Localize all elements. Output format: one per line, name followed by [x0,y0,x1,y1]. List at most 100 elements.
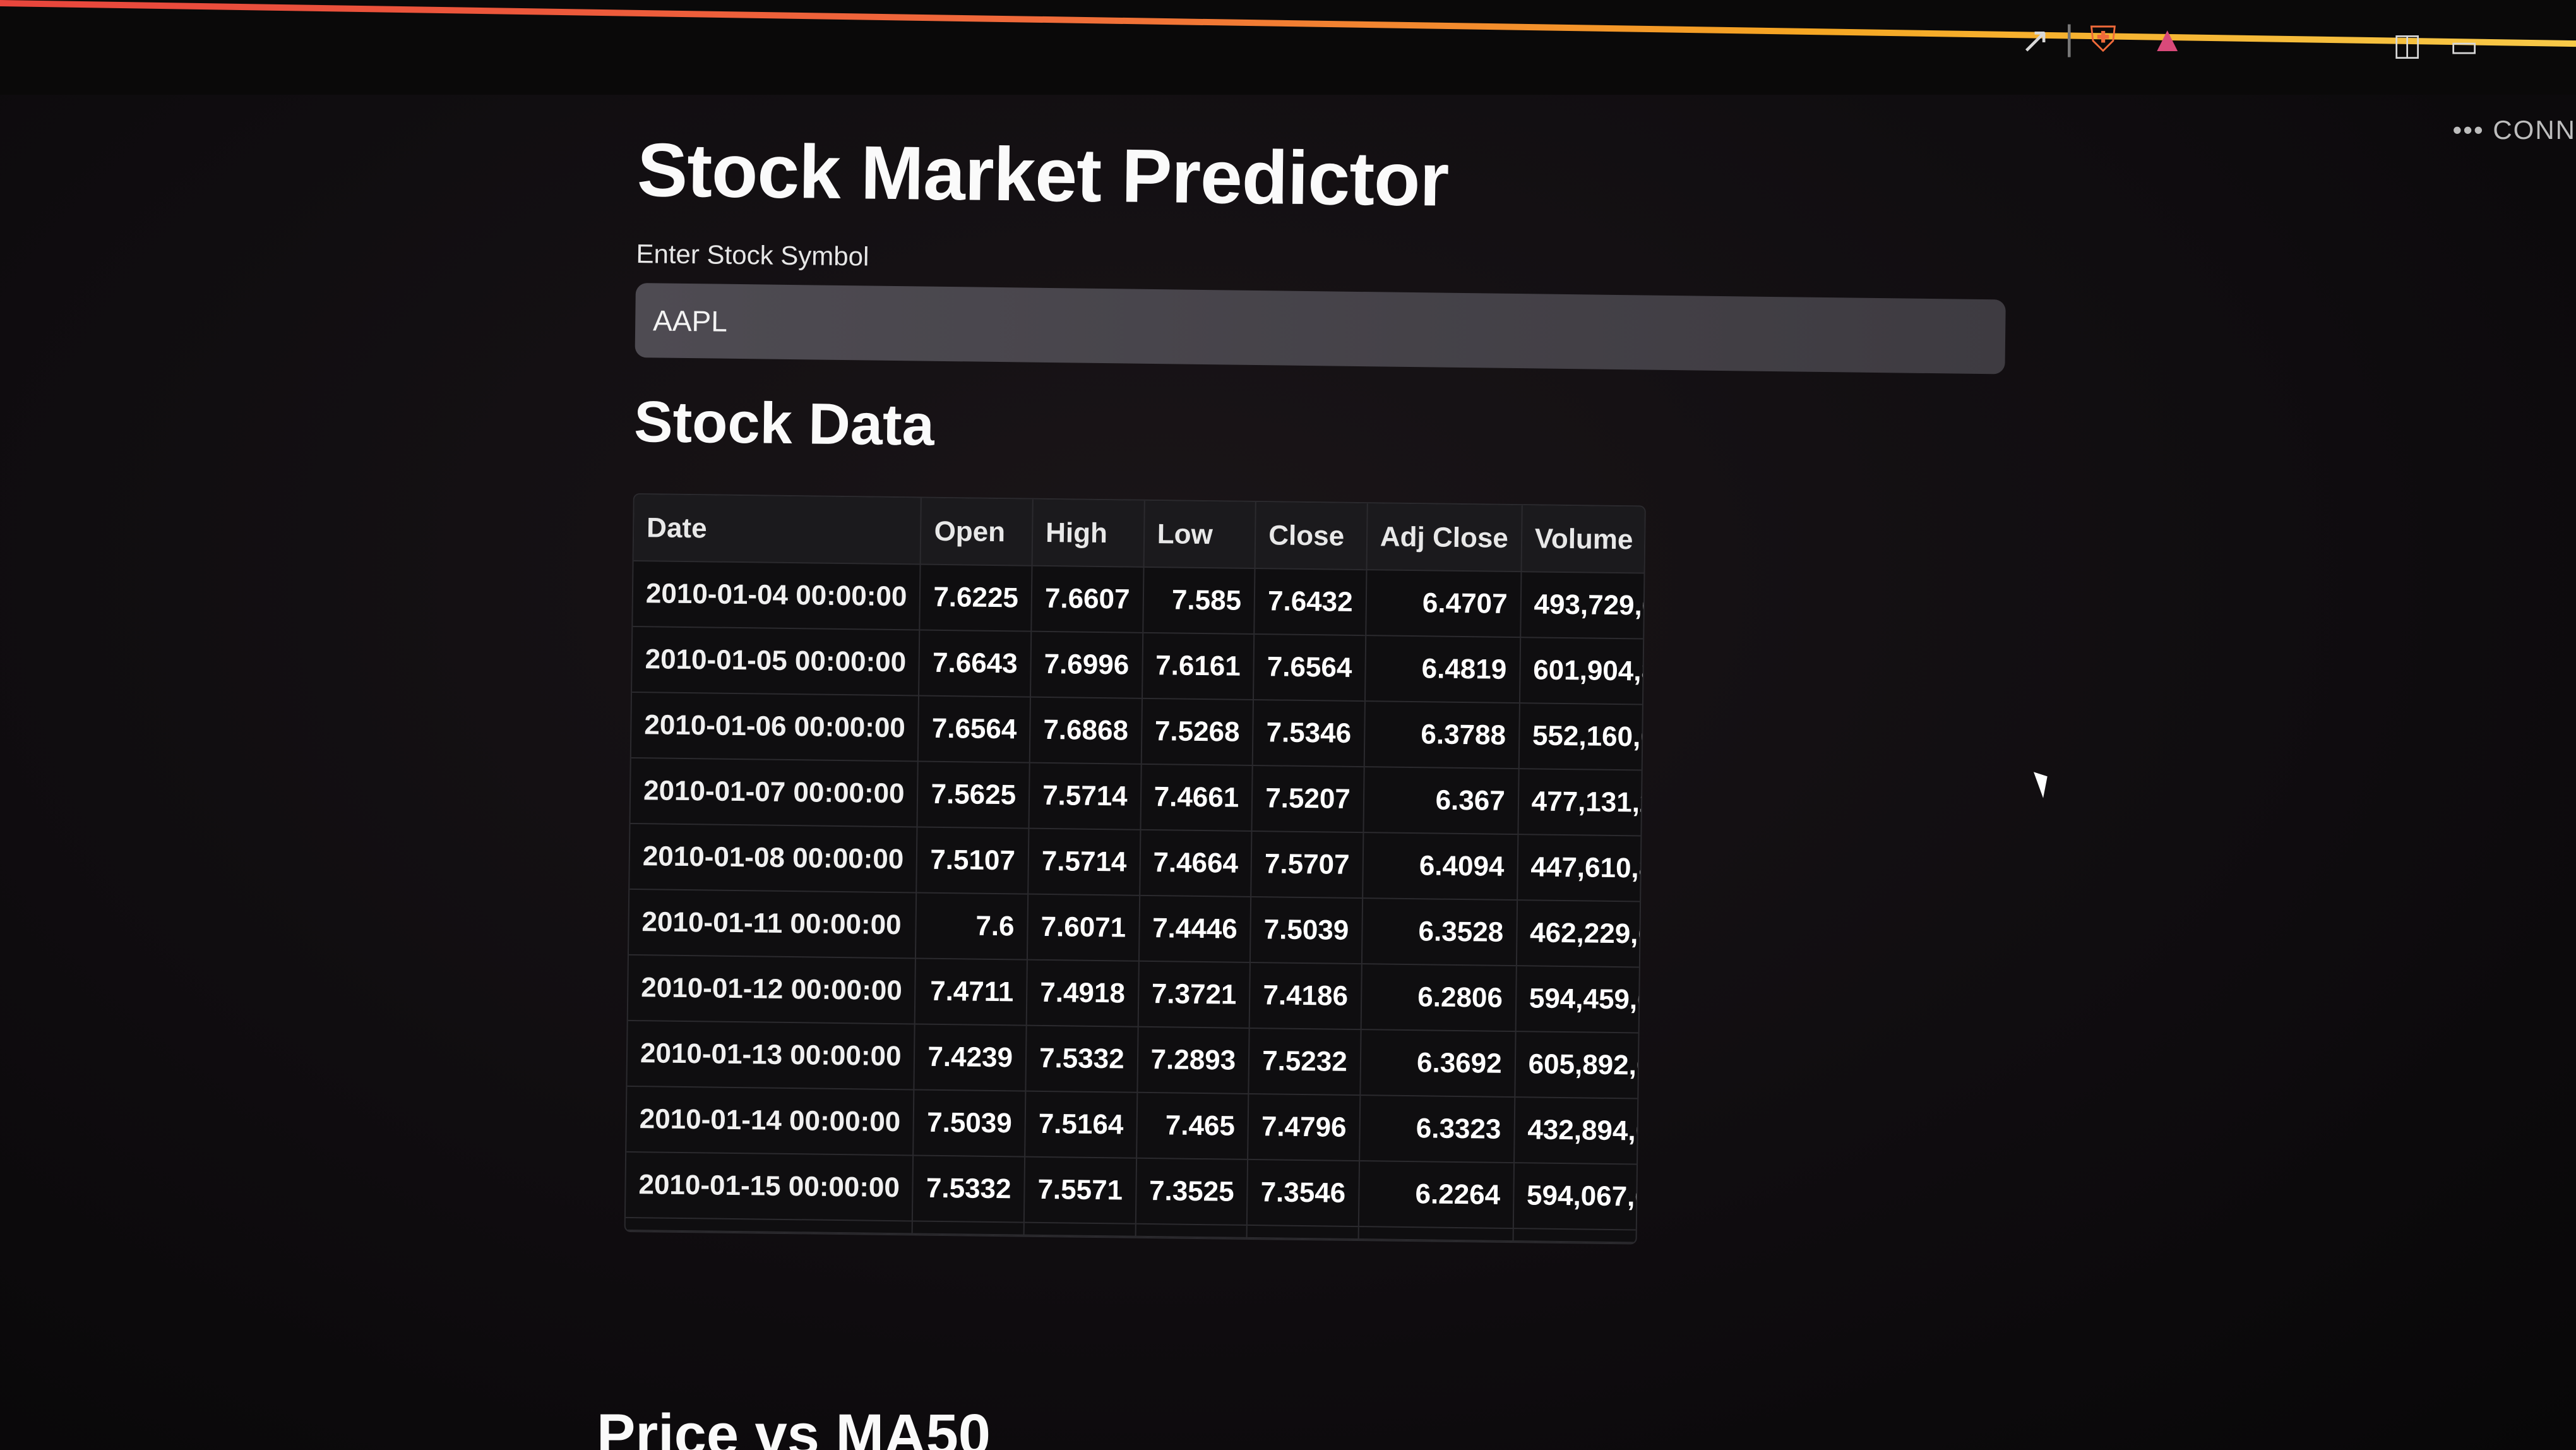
cell-date[interactable]: 2010-01-14 00:00:00 [626,1086,914,1156]
cell-volume[interactable]: 477,131,200 [1518,769,1646,837]
cell-date[interactable]: 2010-01-11 00:00:00 [628,889,917,959]
stock-data-table[interactable]: Date Open High Low Close Adj Close Volum… [624,493,1646,1245]
cell-high[interactable]: 7.6607 [1031,565,1144,633]
app-window: ↗ | ⛨ ▲ ◫ ▭ ••• CONN Stock Market Predic… [0,0,2576,1450]
cell-adj-close[interactable]: 6.3323 [1359,1095,1515,1163]
column-header-volume[interactable]: Volume [1521,505,1646,574]
cell-volume[interactable]: 552,160,000 [1518,703,1646,771]
cell-adj-close[interactable]: 6.2264 [1358,1161,1514,1229]
empty-cell [1246,1225,1359,1240]
cell-volume[interactable]: 432,894,000 [1513,1097,1646,1165]
cell-close[interactable]: 7.6432 [1254,568,1367,636]
cell-low[interactable]: 7.465 [1136,1092,1249,1159]
cell-adj-close[interactable]: 6.4707 [1365,570,1522,638]
cell-open[interactable]: 7.5107 [916,827,1029,894]
share-icon[interactable]: ↗ [2020,23,2050,58]
cell-low[interactable]: 7.4664 [1139,829,1252,897]
cell-date[interactable]: 2010-01-08 00:00:00 [629,823,917,893]
cell-adj-close[interactable]: 6.2806 [1361,964,1517,1032]
cell-high[interactable]: 7.5714 [1029,762,1142,830]
mouse-cursor-icon [2034,768,2054,798]
column-header-high[interactable]: High [1032,499,1145,567]
stock-symbol-value: AAPL [652,304,728,338]
cell-volume[interactable]: 594,067,600 [1513,1163,1646,1231]
cell-low[interactable]: 7.3525 [1135,1158,1248,1225]
cell-open[interactable]: 7.6564 [918,695,1031,763]
column-header-open[interactable]: Open [920,498,1033,566]
cell-date[interactable]: 2010-01-12 00:00:00 [628,954,916,1024]
empty-cell [1023,1222,1136,1237]
page-title: Stock Market Predictor [636,127,1449,222]
sidebar-icon[interactable]: ◫ [2393,30,2421,61]
cell-open[interactable]: 7.4711 [915,958,1027,1026]
cell-low[interactable]: 7.6161 [1142,632,1255,700]
empty-cell [912,1221,1024,1235]
cell-volume[interactable]: 601,904,800 [1519,637,1646,705]
column-header-date[interactable]: Date [633,494,922,565]
cell-high[interactable]: 7.6868 [1029,697,1142,764]
cell-date[interactable]: 2010-01-05 00:00:00 [632,626,920,696]
cell-high[interactable]: 7.6996 [1030,631,1143,698]
cell-date[interactable]: 2010-01-07 00:00:00 [630,757,919,827]
cell-close[interactable]: 7.4796 [1248,1093,1361,1161]
empty-cell [1513,1228,1646,1243]
column-header-adj-close[interactable]: Adj Close [1366,503,1522,572]
cell-open[interactable]: 7.4239 [914,1024,1027,1091]
cell-low[interactable]: 7.5268 [1141,698,1254,765]
cell-low[interactable]: 7.4661 [1140,764,1253,831]
cell-date[interactable]: 2010-01-13 00:00:00 [627,1020,915,1090]
column-header-low[interactable]: Low [1143,500,1256,568]
cell-close[interactable]: 7.6564 [1253,633,1366,702]
cell-adj-close[interactable]: 6.3692 [1360,1029,1516,1098]
cell-close[interactable]: 7.4186 [1249,962,1362,1030]
cell-close[interactable]: 7.5232 [1248,1028,1361,1096]
cell-close[interactable]: 7.5707 [1251,830,1364,899]
cell-open[interactable]: 7.6 [915,892,1029,960]
cell-open[interactable]: 7.5332 [912,1155,1025,1223]
stock-symbol-label: Enter Stock Symbol [636,238,869,272]
cell-low[interactable]: 7.4446 [1138,895,1251,962]
cell-open[interactable]: 7.6225 [919,564,1032,632]
cell-volume[interactable]: 462,229,600 [1516,900,1646,968]
cell-close[interactable]: 7.5207 [1251,765,1364,833]
top-bar: ↗ | ⛨ ▲ ◫ ▭ [0,0,2576,95]
cell-close[interactable]: 7.5346 [1252,699,1365,767]
cell-high[interactable]: 7.5714 [1028,828,1141,896]
cell-date[interactable]: 2010-01-06 00:00:00 [631,692,919,762]
cell-open[interactable]: 7.6643 [919,630,1032,697]
toolbar-divider: | [2065,18,2074,57]
cell-adj-close[interactable]: 6.4819 [1364,635,1520,704]
cell-high[interactable]: 7.5332 [1025,1025,1138,1093]
rewards-triangle-icon[interactable]: ▲ [2150,21,2185,57]
cell-low[interactable]: 7.585 [1142,566,1255,634]
main-content: Stock Market Predictor Enter Stock Symbo… [624,126,2014,1249]
cell-open[interactable]: 7.5625 [917,761,1030,829]
cell-adj-close[interactable]: 6.3528 [1361,898,1517,966]
cell-low[interactable]: 7.2893 [1136,1026,1249,1094]
cell-volume[interactable]: 594,459,600 [1515,966,1646,1034]
cell-close[interactable]: 7.5039 [1250,896,1363,964]
cell-high[interactable]: 7.5164 [1025,1091,1137,1158]
cell-volume[interactable]: 447,610,800 [1517,834,1646,902]
cell-high[interactable]: 7.4918 [1026,959,1139,1027]
cell-date[interactable]: 2010-01-15 00:00:00 [625,1151,914,1221]
cell-adj-close[interactable]: 6.3788 [1364,701,1520,769]
cell-date[interactable]: 2010-01-04 00:00:00 [633,560,921,630]
cell-adj-close[interactable]: 6.367 [1363,767,1519,835]
cell-open[interactable]: 7.5039 [913,1089,1026,1157]
cell-volume[interactable]: 493,729,600 [1520,572,1646,640]
cell-close[interactable]: 7.3546 [1246,1159,1359,1227]
stock-symbol-input[interactable]: AAPL [635,282,2006,374]
column-header-close[interactable]: Close [1255,502,1368,570]
cell-volume[interactable]: 605,892,000 [1514,1031,1646,1099]
cell-high[interactable]: 7.5571 [1023,1156,1136,1224]
cell-adj-close[interactable]: 6.4094 [1362,832,1518,901]
empty-cell [625,1217,913,1234]
stock-data-heading: Stock Data [633,389,935,458]
wallet-icon[interactable]: ▭ [2450,32,2478,62]
cell-low[interactable]: 7.3721 [1138,961,1251,1028]
cell-high[interactable]: 7.6071 [1027,894,1140,961]
price-vs-ma50-heading: Price vs MA50 [597,1403,991,1450]
brave-shield-icon[interactable]: ⛨ [2090,21,2116,57]
main-menu[interactable]: ••• CONN [2453,115,2576,145]
